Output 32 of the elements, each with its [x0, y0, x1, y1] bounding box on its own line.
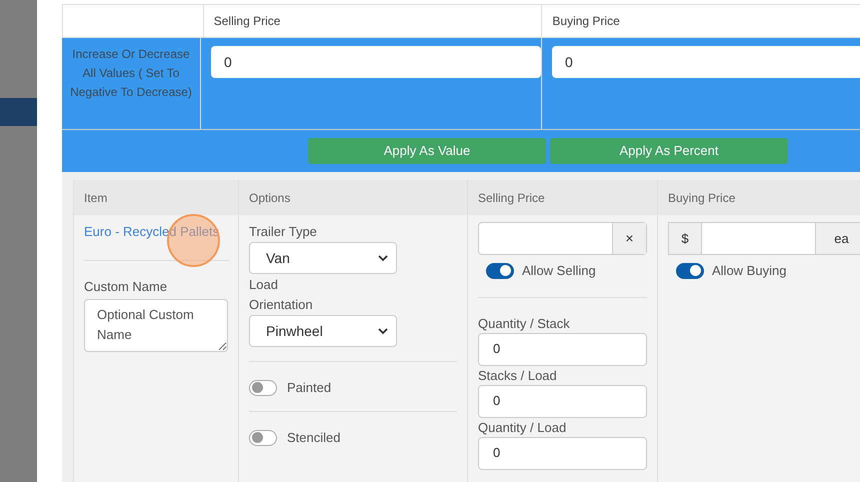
toggle-switch[interactable] [676, 262, 704, 279]
sidebar-highlight [0, 98, 37, 126]
column-header: Item [84, 190, 108, 206]
chevron-icon [378, 328, 388, 334]
value-input[interactable]: 0 [552, 46, 860, 78]
column-header: Selling Price [214, 13, 280, 30]
field-label: Stacks / Load [478, 366, 558, 384]
toggle-switch[interactable] [249, 430, 277, 446]
column-header: Buying Price [552, 13, 620, 30]
chevron-icon [378, 254, 388, 262]
select-field[interactable]: Van [249, 242, 397, 274]
field-label: Quantity / Load [478, 418, 568, 436]
field-label: Custom Name [84, 278, 168, 296]
quantity-input[interactable]: 0 [478, 436, 647, 470]
field-label: Trailer Type [249, 223, 318, 241]
column-header: Options [249, 190, 290, 206]
quantity-input[interactable]: 0 [478, 384, 647, 418]
column-header: Selling Price [478, 190, 545, 206]
toggle-label: Stenciled [287, 428, 340, 447]
select-field[interactable]: Pinwheel [249, 315, 397, 347]
custom-name-field[interactable]: Optional Custom Name [84, 299, 228, 352]
column-header: Buying Price [668, 190, 736, 206]
toggle-switch[interactable] [486, 262, 514, 279]
toggle-label: Painted [287, 378, 332, 397]
row-label: Increase Or Decrease All Values ( Set To Negative To Decrease) [69, 46, 193, 101]
toggle-switch[interactable] [249, 380, 277, 396]
value-input[interactable]: 0 [211, 46, 541, 78]
toggle-label: Allow Selling [522, 262, 596, 280]
toggle-label: Allow Buying [712, 262, 786, 280]
field-label: Load Orientation [249, 276, 314, 314]
field-label: Quantity / Stack [478, 314, 571, 332]
quantity-input[interactable]: 0 [478, 332, 647, 366]
